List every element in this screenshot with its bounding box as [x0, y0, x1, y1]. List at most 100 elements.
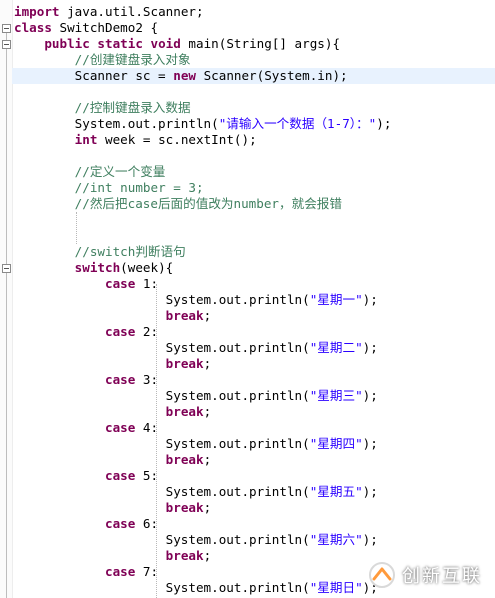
code-line[interactable]: class SwitchDemo2 {: [14, 20, 158, 36]
code-token: ;: [203, 452, 212, 467]
code-line[interactable]: System.out.println("星期日");: [14, 580, 378, 596]
code-line[interactable]: //switch判断语句: [14, 244, 186, 260]
code-token: ;: [203, 308, 212, 323]
code-line[interactable]: break;: [14, 308, 212, 324]
code-line[interactable]: case 3:: [14, 372, 158, 388]
code-token: );: [362, 340, 378, 355]
code-token: );: [362, 532, 378, 547]
indent-guide: [156, 284, 158, 598]
code-token: Scanner(System.in);: [195, 68, 348, 83]
code-line[interactable]: //int number = 3;: [14, 180, 204, 196]
code-line[interactable]: System.out.println("星期一");: [14, 292, 378, 308]
keyword-token: break: [165, 452, 204, 467]
keyword-token: case: [105, 372, 136, 387]
keyword-token: case: [105, 324, 136, 339]
code-token: );: [362, 388, 378, 403]
fold-toggle-icon[interactable]: [2, 24, 11, 33]
code-token: 7:: [135, 564, 159, 579]
code-line[interactable]: case 6:: [14, 516, 158, 532]
code-line[interactable]: //创建键盘录入对象: [14, 52, 191, 68]
string-token: "星期六": [309, 532, 363, 547]
keyword-token: break: [165, 308, 204, 323]
keyword-token: break: [165, 548, 204, 563]
code-line[interactable]: import java.util.Scanner;: [14, 4, 204, 20]
keyword-token: new: [173, 68, 196, 83]
code-token: ;: [203, 404, 212, 419]
code-line[interactable]: case 1:: [14, 276, 158, 292]
code-line[interactable]: switch(week){: [14, 260, 174, 276]
code-token: 4:: [135, 420, 159, 435]
code-line[interactable]: //定义一个变量: [14, 164, 166, 180]
code-line[interactable]: break;: [14, 452, 212, 468]
fold-guide-line: [6, 24, 7, 598]
keyword-token: case: [105, 420, 136, 435]
code-line[interactable]: System.out.println("星期二");: [14, 340, 378, 356]
indent-guide: [76, 212, 78, 244]
string-token: "星期二": [309, 340, 363, 355]
code-line[interactable]: case 7:: [14, 564, 158, 580]
comment-token: //控制键盘录入数据: [74, 100, 191, 115]
string-token: "星期一": [309, 292, 363, 307]
code-token: SwitchDemo2 {: [51, 20, 159, 35]
code-line[interactable]: Scanner sc = new Scanner(System.in);: [14, 68, 348, 84]
code-token: Scanner sc =: [14, 68, 174, 83]
code-line[interactable]: System.out.println("星期六");: [14, 532, 378, 548]
code-token: ;: [203, 356, 212, 371]
code-line[interactable]: break;: [14, 404, 212, 420]
fold-toggle-icon[interactable]: [2, 264, 11, 273]
keyword-token: break: [165, 404, 204, 419]
code-line[interactable]: System.out.println("请输入一个数据（1-7）：");: [14, 116, 392, 132]
keyword-token: import: [14, 4, 60, 19]
code-line[interactable]: break;: [14, 548, 212, 564]
code-line[interactable]: case 4:: [14, 420, 158, 436]
comment-token: //int number = 3;: [74, 180, 204, 195]
keyword-token: public static void: [44, 36, 181, 51]
string-token: "星期五": [309, 484, 363, 499]
code-line[interactable]: //然后把case后面的值改为number，就会报错: [14, 196, 342, 212]
keyword-token: case: [105, 516, 136, 531]
code-token: );: [376, 116, 392, 131]
keyword-token: int: [74, 132, 98, 147]
code-line[interactable]: //控制键盘录入数据: [14, 100, 191, 116]
code-line[interactable]: public static void main(String[] args){: [14, 36, 340, 52]
code-line[interactable]: int week = sc.nextInt();: [14, 132, 257, 148]
fold-toggle-icon[interactable]: [2, 40, 11, 49]
watermark: 创新互联: [362, 552, 495, 598]
code-line[interactable]: case 2:: [14, 324, 158, 340]
code-editor[interactable]: import java.util.Scanner; class SwitchDem…: [0, 0, 495, 598]
code-token: );: [362, 292, 378, 307]
keyword-token: switch: [74, 260, 121, 275]
code-line[interactable]: System.out.println("星期四");: [14, 436, 378, 452]
string-token: "星期四": [309, 436, 363, 451]
code-token: ;: [203, 548, 212, 563]
watermark-text: 创新互联: [402, 566, 482, 587]
keyword-token: case: [105, 276, 136, 291]
code-token: week = sc.nextInt();: [97, 132, 257, 147]
code-line[interactable]: break;: [14, 500, 212, 516]
code-token: System.out.println(: [14, 340, 310, 355]
code-line[interactable]: case 5:: [14, 468, 158, 484]
code-line[interactable]: break;: [14, 356, 212, 372]
string-token: "星期三": [309, 388, 363, 403]
code-token: 6:: [135, 516, 159, 531]
brand-logo-icon: [369, 562, 395, 588]
code-line[interactable]: System.out.println("星期三");: [14, 388, 378, 404]
comment-token: //定义一个变量: [74, 164, 166, 179]
code-line[interactable]: System.out.println("星期五");: [14, 484, 378, 500]
